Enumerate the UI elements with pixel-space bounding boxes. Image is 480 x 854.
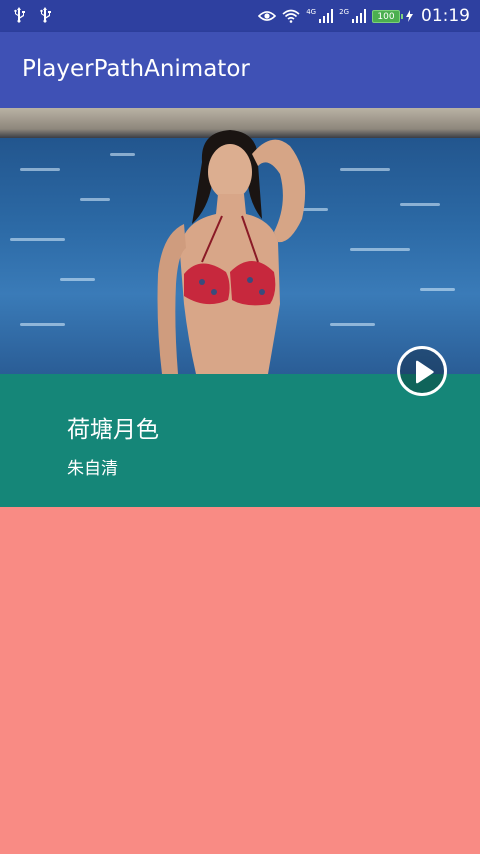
signal-4g-icon: 4G: [306, 8, 334, 23]
screen: 4G 2G 100 01:19 PlayerPathAnimator 荷塘月色 …: [0, 0, 480, 854]
play-button[interactable]: [397, 346, 447, 396]
status-time: 01:19: [421, 6, 470, 26]
battery-icon: 100: [372, 9, 403, 23]
battery-level: 100: [377, 11, 395, 22]
usb-icon: [14, 7, 25, 23]
song-title: 荷塘月色: [67, 417, 159, 443]
app-bar: PlayerPathAnimator: [0, 32, 480, 108]
song-info-panel: 荷塘月色 朱自清: [0, 374, 480, 507]
charging-icon: [406, 10, 413, 22]
swimmer-figure: [157, 130, 306, 374]
content-area: [0, 507, 480, 854]
wifi-icon: [282, 9, 300, 23]
play-icon: [416, 360, 434, 384]
signal-2g-icon: 2G: [339, 9, 366, 23]
eye-icon: [258, 11, 277, 21]
app-title: PlayerPathAnimator: [22, 56, 250, 82]
status-right-icons: 4G 2G 100 01:19: [258, 6, 470, 26]
cover-image: [0, 108, 480, 374]
signal-2g-label: 2G: [339, 8, 349, 16]
status-bar: 4G 2G 100 01:19: [0, 0, 480, 32]
status-left-icons: [12, 7, 52, 23]
signal-4g-label: 4G: [306, 8, 317, 16]
usb-icon: [40, 7, 51, 23]
song-author: 朱自清: [67, 459, 118, 479]
